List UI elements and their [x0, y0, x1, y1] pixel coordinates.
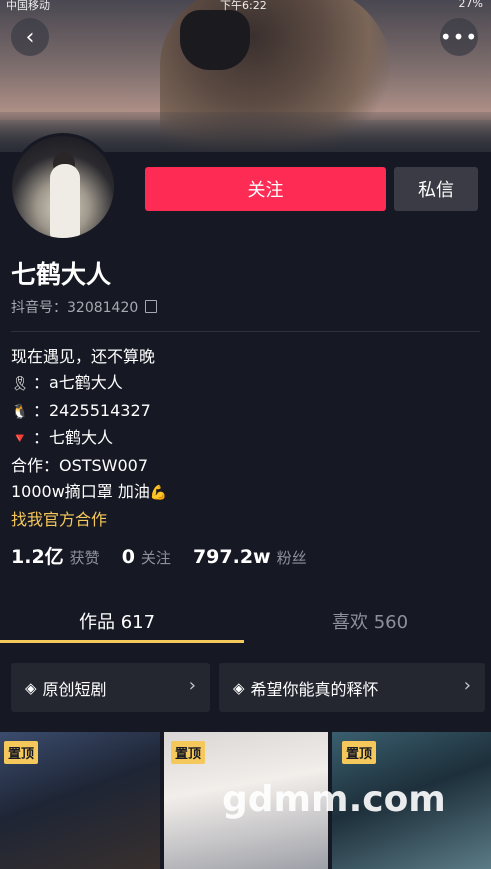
stats-row: 1.2亿 获赞 0 关注 797.2w 粉丝	[11, 542, 329, 569]
avatar[interactable]	[9, 133, 117, 241]
message-button[interactable]: 私信	[394, 167, 478, 211]
bio-line: 现在遇见，还不算晚	[11, 347, 156, 366]
user-id: 抖音号：32081420	[11, 297, 158, 317]
tab-likes[interactable]: 喜欢 560	[332, 608, 408, 634]
pinned-badge: 置顶	[342, 741, 377, 764]
likes-count: 1.2亿	[11, 546, 64, 568]
bio-line: 1000w摘口罩 加油💪	[11, 479, 172, 507]
official-cooperation-link[interactable]: 找我官方合作	[11, 507, 172, 533]
weibo-icon: 🔻	[11, 431, 29, 448]
message-button-label: 私信	[418, 180, 454, 201]
followers-count[interactable]: 797.2w	[193, 546, 271, 568]
profile-banner	[0, 0, 491, 152]
back-button[interactable]: ‹	[11, 18, 49, 56]
clock-text: 下午6:22	[220, 0, 267, 12]
pinned-badge: 置顶	[4, 741, 39, 764]
user-id-text: 抖音号：32081420	[11, 300, 139, 316]
bio-line: 🎗 ：a七鹤大人	[11, 370, 172, 398]
muscle-icon: 💪	[149, 484, 168, 501]
layers-icon: ◈	[233, 678, 245, 697]
collection-label: 原创短剧	[42, 679, 107, 699]
following-label[interactable]: 关注	[141, 547, 171, 568]
content-tabs: 作品 617 喜欢 560	[0, 600, 491, 644]
more-options-button[interactable]: •••	[440, 18, 478, 56]
likes-label: 获赞	[69, 549, 100, 567]
follow-button[interactable]: 关注	[145, 167, 386, 211]
divider	[11, 331, 480, 332]
collection-label: 希望你能真的释怀	[250, 679, 379, 699]
site-watermark: gdmm.com	[222, 779, 446, 820]
active-tab-underline	[0, 640, 244, 643]
collection-original-drama[interactable]: ◈ 原创短剧 ›	[11, 663, 210, 712]
followers-label[interactable]: 粉丝	[277, 547, 307, 568]
banner-mask-figure	[180, 10, 250, 70]
chevron-left-icon: ‹	[25, 24, 35, 50]
following-count[interactable]: 0	[122, 546, 135, 568]
collection-hope-release[interactable]: ◈ 希望你能真的释怀 ›	[219, 663, 485, 712]
copy-icon[interactable]	[145, 300, 158, 313]
layers-icon: ◈	[25, 678, 37, 697]
chevron-right-icon: ›	[188, 675, 196, 696]
avatar-body-shape	[50, 164, 80, 238]
penguin-icon: 🐧	[11, 403, 29, 420]
bio-line: 合作：OSTSW007	[11, 456, 149, 476]
collections-row: ◈ 原创短剧 › ◈ 希望你能真的释怀 ›	[0, 663, 491, 713]
nickname: 七鹤大人	[11, 260, 112, 289]
bio: 现在遇见，还不算晚 🎗 ：a七鹤大人 🐧 ：2425514327 🔻 ：七鹤大人 合作…	[11, 344, 172, 533]
ribbon-icon: 🎗	[11, 375, 29, 392]
chevron-right-icon: ›	[463, 675, 471, 696]
bio-line: 🐧 ：2425514327	[11, 398, 172, 426]
pinned-badge: 置顶	[171, 741, 206, 764]
status-bar: 中国移动 下午6:22 27%	[0, 0, 491, 14]
tab-works[interactable]: 作品 617	[79, 608, 155, 634]
bio-line: 🔻 ：七鹤大人	[11, 425, 172, 453]
battery-text: 27%	[458, 0, 483, 10]
video-thumbnail[interactable]: 置顶	[0, 732, 160, 869]
carrier-text: 中国移动	[6, 0, 50, 12]
follow-button-label: 关注	[247, 180, 284, 201]
more-dots-icon: •••	[439, 25, 479, 49]
